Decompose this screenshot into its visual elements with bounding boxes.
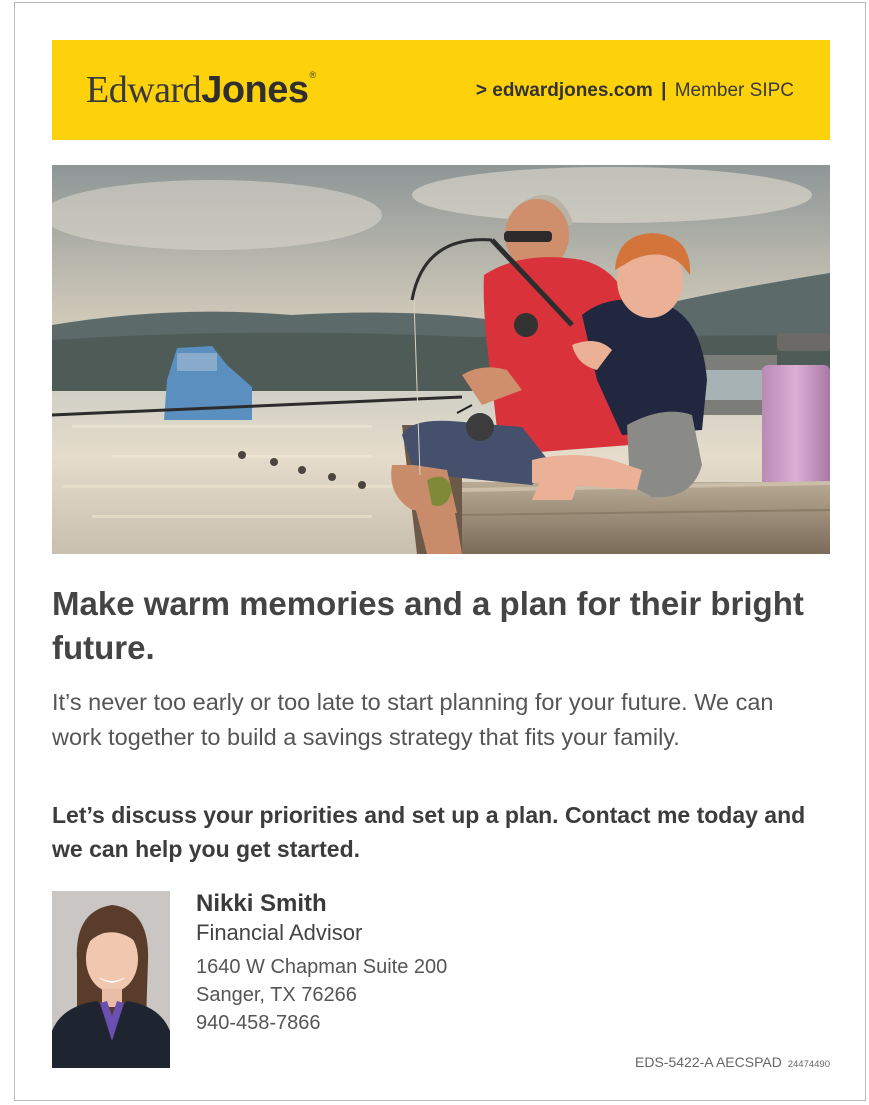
advisor-portrait: [52, 891, 170, 1068]
advisor-name: Nikki Smith: [196, 890, 327, 917]
address-line-2: Sanger, TX 76266: [196, 984, 357, 1006]
brand-banner: EdwardJones® > edwardjones.com | Member …: [52, 40, 830, 140]
headline: Make warm memories and a plan for their …: [52, 585, 804, 666]
hero-photo: [52, 165, 830, 554]
body-copy: It’s never too early or too late to star…: [52, 689, 774, 750]
website-line: > edwardjones.com | Member SIPC: [476, 80, 794, 102]
phone-number[interactable]: 940-458-7866: [196, 1009, 616, 1037]
call-to-action: Let’s discuss your priorities and set up…: [52, 802, 806, 862]
address-line-1: 1640 W Chapman Suite 200: [196, 956, 448, 978]
edward-jones-logo: EdwardJones®: [86, 69, 316, 111]
member-sipc: Member SIPC: [674, 80, 794, 101]
compliance-code: EDS-5422-A AECSPAD 24474490: [635, 1054, 830, 1070]
website-link[interactable]: > edwardjones.com: [476, 80, 653, 101]
advisor-title: Financial Advisor: [196, 920, 363, 945]
advisor-contact: Nikki Smith Financial Advisor 1640 W Cha…: [196, 889, 616, 1037]
separator: |: [661, 80, 667, 101]
